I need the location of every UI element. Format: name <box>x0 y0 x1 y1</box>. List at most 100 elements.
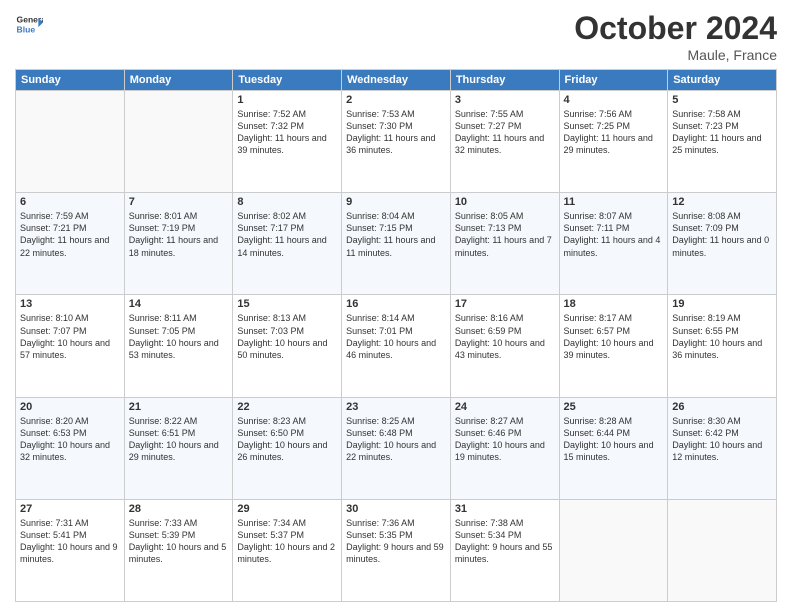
table-row: 16Sunrise: 8:14 AMSunset: 7:01 PMDayligh… <box>342 295 451 397</box>
day-number: 5 <box>672 94 772 106</box>
day-info: Sunrise: 8:28 AMSunset: 6:44 PMDaylight:… <box>564 415 664 464</box>
day-info: Sunrise: 8:02 AMSunset: 7:17 PMDaylight:… <box>237 210 337 259</box>
table-row: 15 Sunrise: 8:13 AMSunset: 7:03 PMDayligh… <box>233 295 342 397</box>
page: General Blue October 2024 Maule, France … <box>0 0 792 612</box>
table-row: 21Sunrise: 8:22 AMSunset: 6:51 PMDayligh… <box>124 397 233 499</box>
day-info: Sunrise: 8:22 AMSunset: 6:51 PMDaylight:… <box>129 415 229 464</box>
day-number: 19 <box>672 298 772 310</box>
calendar-week-row: 6 Sunrise: 7:59 AMSunset: 7:21 PMDaylight… <box>16 193 777 295</box>
table-row: 7 Sunrise: 8:01 AMSunset: 7:19 PMDaylight… <box>124 193 233 295</box>
table-row <box>559 499 668 601</box>
table-row: 23 Sunrise: 8:25 AMSunset: 6:48 PMDayligh… <box>342 397 451 499</box>
table-row: 9 Sunrise: 8:04 AMSunset: 7:15 PMDaylight… <box>342 193 451 295</box>
table-row: 25 Sunrise: 8:28 AMSunset: 6:44 PMDayligh… <box>559 397 668 499</box>
day-number: 28 <box>129 503 229 515</box>
day-info: Sunrise: 7:34 AMSunset: 5:37 PMDaylight:… <box>237 517 337 566</box>
col-tuesday: Tuesday <box>233 70 342 91</box>
day-number: 31 <box>455 503 555 515</box>
calendar-week-row: 27 Sunrise: 7:31 AMSunset: 5:41 PMDayligh… <box>16 499 777 601</box>
day-number: 17 <box>455 298 555 310</box>
col-monday: Monday <box>124 70 233 91</box>
day-info: Sunrise: 7:31 AMSunset: 5:41 PMDaylight:… <box>20 517 120 566</box>
calendar-header-row: Sunday Monday Tuesday Wednesday Thursday… <box>16 70 777 91</box>
calendar-week-row: 1 Sunrise: 7:52 AMSunset: 7:32 PMDaylight… <box>16 91 777 193</box>
table-row: 10Sunrise: 8:05 AMSunset: 7:13 PMDayligh… <box>450 193 559 295</box>
calendar-week-row: 13Sunrise: 8:10 AMSunset: 7:07 PMDayligh… <box>16 295 777 397</box>
day-info: Sunrise: 8:07 AMSunset: 7:11 PMDaylight:… <box>564 210 664 259</box>
day-number: 4 <box>564 94 664 106</box>
col-saturday: Saturday <box>668 70 777 91</box>
day-info: Sunrise: 8:05 AMSunset: 7:13 PMDaylight:… <box>455 210 555 259</box>
day-number: 1 <box>237 94 337 106</box>
table-row: 20Sunrise: 8:20 AMSunset: 6:53 PMDayligh… <box>16 397 125 499</box>
day-info: Sunrise: 8:01 AMSunset: 7:19 PMDaylight:… <box>129 210 229 259</box>
day-number: 7 <box>129 196 229 208</box>
day-info: Sunrise: 8:04 AMSunset: 7:15 PMDaylight:… <box>346 210 446 259</box>
day-info: Sunrise: 7:55 AMSunset: 7:27 PMDaylight:… <box>455 108 555 157</box>
title-block: October 2024 Maule, France <box>574 10 777 63</box>
table-row: 6 Sunrise: 7:59 AMSunset: 7:21 PMDaylight… <box>16 193 125 295</box>
day-info: Sunrise: 7:36 AMSunset: 5:35 PMDaylight:… <box>346 517 446 566</box>
svg-text:Blue: Blue <box>17 25 36 35</box>
day-info: Sunrise: 8:30 AMSunset: 6:42 PMDaylight:… <box>672 415 772 464</box>
table-row: 1 Sunrise: 7:52 AMSunset: 7:32 PMDaylight… <box>233 91 342 193</box>
day-info: Sunrise: 7:56 AMSunset: 7:25 PMDaylight:… <box>564 108 664 157</box>
table-row: 19 Sunrise: 8:19 AMSunset: 6:55 PMDayligh… <box>668 295 777 397</box>
table-row: 31 Sunrise: 7:38 AMSunset: 5:34 PMDayligh… <box>450 499 559 601</box>
day-info: Sunrise: 7:58 AMSunset: 7:23 PMDaylight:… <box>672 108 772 157</box>
table-row: 3 Sunrise: 7:55 AMSunset: 7:27 PMDaylight… <box>450 91 559 193</box>
day-info: Sunrise: 7:52 AMSunset: 7:32 PMDaylight:… <box>237 108 337 157</box>
month-title: October 2024 <box>574 10 777 47</box>
table-row: 18Sunrise: 8:17 AMSunset: 6:57 PMDayligh… <box>559 295 668 397</box>
day-number: 24 <box>455 401 555 413</box>
table-row: 24 Sunrise: 8:27 AMSunset: 6:46 PMDayligh… <box>450 397 559 499</box>
table-row: 28 Sunrise: 7:33 AMSunset: 5:39 PMDayligh… <box>124 499 233 601</box>
table-row <box>124 91 233 193</box>
col-thursday: Thursday <box>450 70 559 91</box>
day-info: Sunrise: 8:25 AMSunset: 6:48 PMDaylight:… <box>346 415 446 464</box>
day-info: Sunrise: 8:08 AMSunset: 7:09 PMDaylight:… <box>672 210 772 259</box>
location-subtitle: Maule, France <box>574 47 777 63</box>
table-row: 11 Sunrise: 8:07 AMSunset: 7:11 PMDayligh… <box>559 193 668 295</box>
day-info: Sunrise: 7:59 AMSunset: 7:21 PMDaylight:… <box>20 210 120 259</box>
table-row: 14 Sunrise: 8:11 AMSunset: 7:05 PMDayligh… <box>124 295 233 397</box>
col-friday: Friday <box>559 70 668 91</box>
day-info: Sunrise: 7:38 AMSunset: 5:34 PMDaylight:… <box>455 517 555 566</box>
logo-icon: General Blue <box>15 10 43 38</box>
logo: General Blue <box>15 10 43 38</box>
day-number: 12 <box>672 196 772 208</box>
day-number: 8 <box>237 196 337 208</box>
day-info: Sunrise: 8:11 AMSunset: 7:05 PMDaylight:… <box>129 312 229 361</box>
day-number: 11 <box>564 196 664 208</box>
day-number: 27 <box>20 503 120 515</box>
day-number: 9 <box>346 196 446 208</box>
day-info: Sunrise: 8:13 AMSunset: 7:03 PMDaylight:… <box>237 312 337 361</box>
col-sunday: Sunday <box>16 70 125 91</box>
day-number: 15 <box>237 298 337 310</box>
day-number: 26 <box>672 401 772 413</box>
day-number: 2 <box>346 94 446 106</box>
day-info: Sunrise: 8:27 AMSunset: 6:46 PMDaylight:… <box>455 415 555 464</box>
day-number: 3 <box>455 94 555 106</box>
table-row: 8 Sunrise: 8:02 AMSunset: 7:17 PMDaylight… <box>233 193 342 295</box>
day-info: Sunrise: 8:16 AMSunset: 6:59 PMDaylight:… <box>455 312 555 361</box>
table-row <box>668 499 777 601</box>
day-number: 30 <box>346 503 446 515</box>
table-row: 12 Sunrise: 8:08 AMSunset: 7:09 PMDayligh… <box>668 193 777 295</box>
day-number: 23 <box>346 401 446 413</box>
day-info: Sunrise: 8:20 AMSunset: 6:53 PMDaylight:… <box>20 415 120 464</box>
table-row: 30 Sunrise: 7:36 AMSunset: 5:35 PMDayligh… <box>342 499 451 601</box>
day-info: Sunrise: 8:19 AMSunset: 6:55 PMDaylight:… <box>672 312 772 361</box>
calendar-week-row: 20Sunrise: 8:20 AMSunset: 6:53 PMDayligh… <box>16 397 777 499</box>
day-number: 6 <box>20 196 120 208</box>
table-row: 5 Sunrise: 7:58 AMSunset: 7:23 PMDaylight… <box>668 91 777 193</box>
day-number: 16 <box>346 298 446 310</box>
day-info: Sunrise: 7:33 AMSunset: 5:39 PMDaylight:… <box>129 517 229 566</box>
header: General Blue October 2024 Maule, France <box>15 10 777 63</box>
table-row: 26 Sunrise: 8:30 AMSunset: 6:42 PMDayligh… <box>668 397 777 499</box>
table-row: 29 Sunrise: 7:34 AMSunset: 5:37 PMDayligh… <box>233 499 342 601</box>
day-number: 25 <box>564 401 664 413</box>
day-number: 29 <box>237 503 337 515</box>
day-number: 14 <box>129 298 229 310</box>
table-row: 4 Sunrise: 7:56 AMSunset: 7:25 PMDaylight… <box>559 91 668 193</box>
